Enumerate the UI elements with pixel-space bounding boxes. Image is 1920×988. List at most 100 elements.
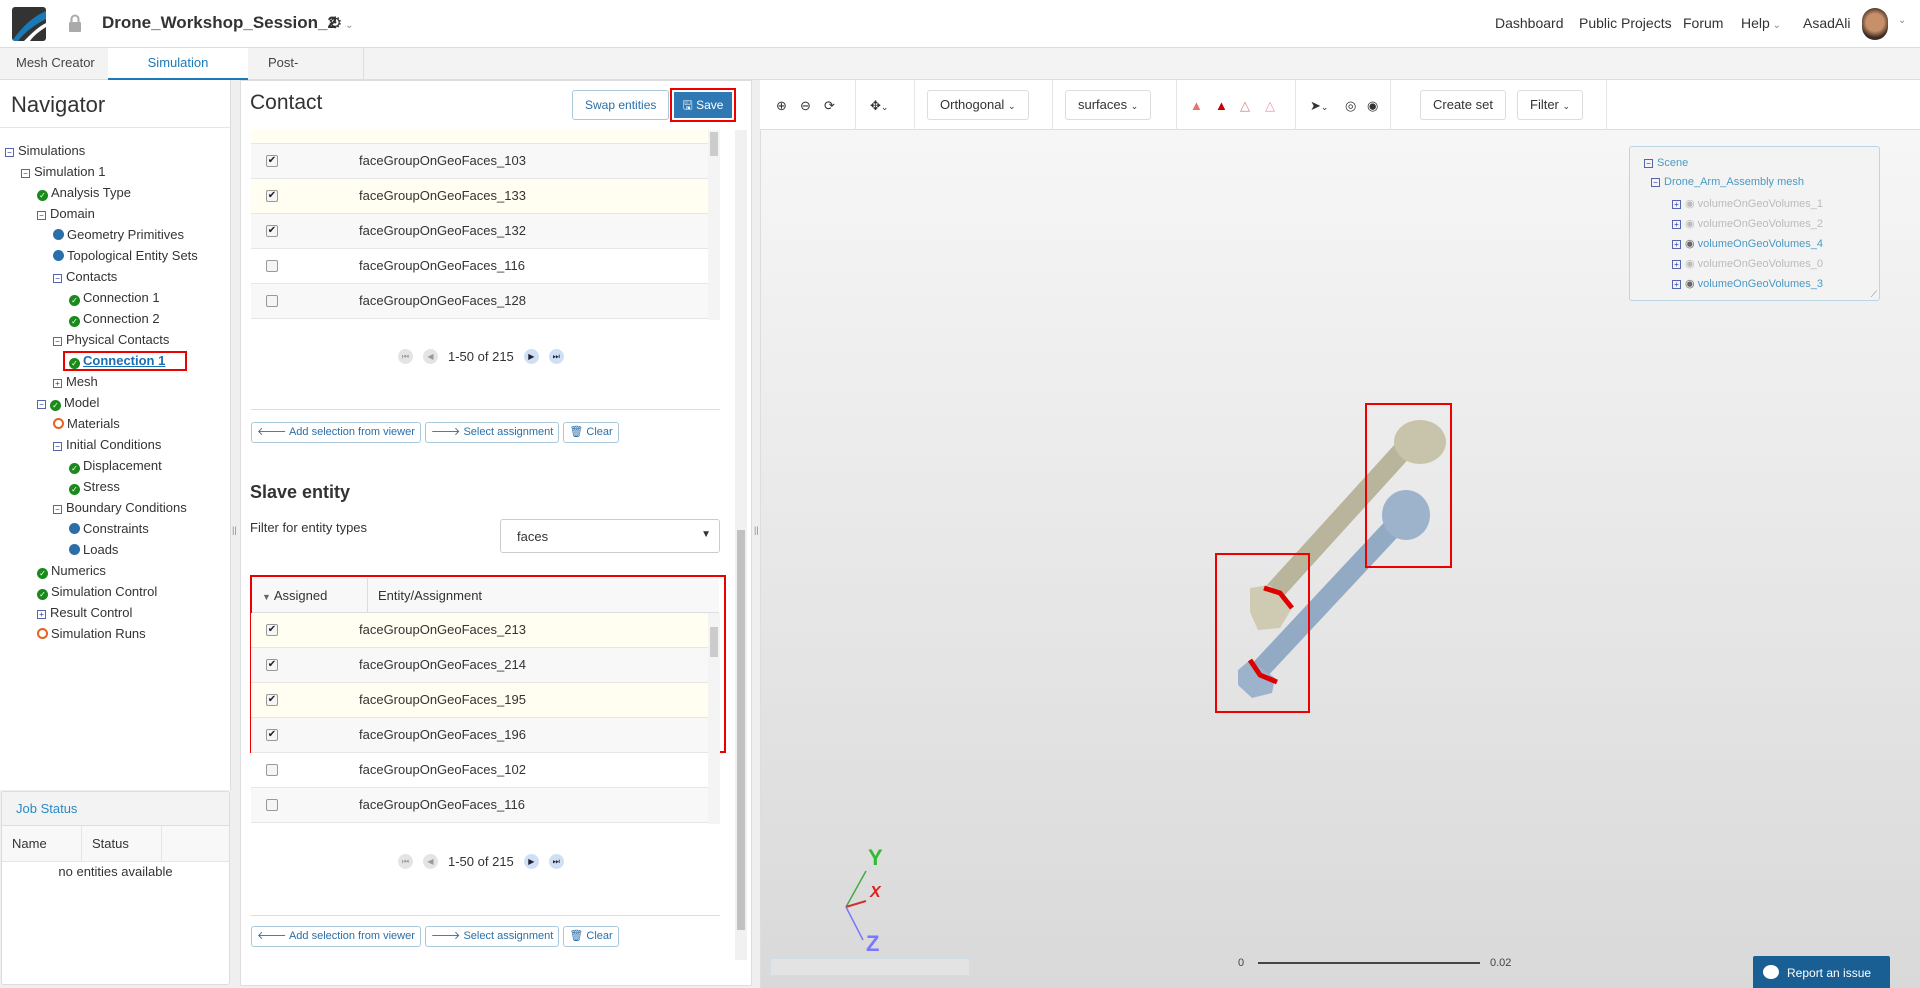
scene-volume-item[interactable]: + ◉ volumeOnGeoVolumes_0 — [1672, 257, 1823, 270]
last-page-icon[interactable]: ⏭ — [548, 854, 564, 869]
column-entity[interactable]: Entity/Assignment — [368, 578, 492, 612]
tree-item[interactable]: − Physical Contacts — [5, 329, 230, 350]
tree-item[interactable]: ✓ Displacement — [5, 455, 230, 476]
pan-move-icon[interactable]: ✥⌄ — [870, 98, 888, 114]
collapse-icon[interactable]: − — [5, 148, 14, 157]
assigned-checkbox[interactable]: ✔ — [266, 624, 278, 636]
table-row[interactable]: ✔ faceGroupOnGeoFaces_214 — [251, 648, 708, 683]
tree-item[interactable]: Constraints — [5, 518, 230, 539]
tree-item[interactable]: ✓ Connection 2 — [5, 308, 230, 329]
swap-entities-button[interactable]: Swap entities — [572, 90, 670, 120]
tree-item[interactable]: Topological Entity Sets — [5, 245, 230, 266]
table-row[interactable]: ✔ faceGroupOnGeoFaces_213 — [251, 613, 708, 648]
nav-forum[interactable]: Forum — [1683, 15, 1723, 31]
tree-item[interactable]: + Mesh — [5, 371, 230, 392]
tree-item[interactable]: ✓ Analysis Type — [5, 182, 230, 203]
assigned-checkbox[interactable]: ✔ — [266, 694, 278, 706]
table-row[interactable]: ✔ faceGroupOnGeoFaces_103 — [251, 144, 708, 179]
expand-icon[interactable]: + — [1672, 200, 1681, 209]
table-row[interactable]: faceGroupOnGeoFaces_116 — [251, 788, 708, 823]
tree-item[interactable]: Loads — [5, 539, 230, 560]
tree-item[interactable]: ✓ Connection 1 — [5, 350, 230, 371]
add-selection-button[interactable]: 🡐 Add selection from viewer — [251, 926, 421, 947]
zoom-out-icon[interactable]: ⊖ — [800, 98, 811, 114]
table-row[interactable]: ✔ faceGroupOnGeoFaces_133 — [251, 179, 708, 214]
visibility-eye-icon[interactable]: ◉ — [1685, 238, 1695, 250]
collapse-icon[interactable]: − — [53, 337, 62, 346]
settings-gear-icon[interactable]: ⚙ ⌄ — [328, 13, 354, 33]
splitter-handle[interactable]: || — [232, 525, 237, 535]
points-icon[interactable]: △ — [1265, 98, 1275, 114]
assigned-checkbox[interactable] — [266, 260, 278, 272]
tree-item[interactable]: − Domain — [5, 203, 230, 224]
last-page-icon[interactable]: ⏭ — [548, 349, 564, 364]
add-selection-button[interactable]: 🡐 Add selection from viewer — [251, 422, 421, 443]
expand-icon[interactable]: + — [37, 610, 46, 619]
expand-icon[interactable]: + — [1672, 240, 1681, 249]
collapse-icon[interactable]: − — [37, 400, 46, 409]
scene-volume-item[interactable]: + ◉ volumeOnGeoVolumes_3 — [1672, 277, 1823, 290]
create-set-button[interactable]: Create set — [1420, 90, 1506, 120]
surface-mode-icon[interactable]: ▲ — [1190, 98, 1203, 113]
projection-dropdown[interactable]: Orthogonal ⌄ — [927, 90, 1029, 120]
visibility-eye-icon[interactable]: ◉ — [1685, 258, 1695, 270]
scene-volume-item[interactable]: + ◉ volumeOnGeoVolumes_1 — [1672, 197, 1823, 210]
filter-dropdown[interactable]: Filter ⌄ — [1517, 90, 1584, 120]
user-name[interactable]: AsadAli — [1803, 15, 1850, 31]
tree-item[interactable]: − Boundary Conditions — [5, 497, 230, 518]
select-assignment-button[interactable]: 🡒 Select assignment — [424, 422, 560, 443]
tab-mesh-creator[interactable]: Mesh Creator — [4, 48, 107, 80]
tree-item[interactable]: Simulation Runs — [5, 623, 230, 644]
table-row[interactable]: ✔ faceGroupOnGeoFaces_196 — [251, 718, 708, 753]
viewer-note-input[interactable] — [770, 958, 970, 976]
resize-handle[interactable]: ⟋ — [1871, 289, 1877, 300]
panel-scrollbar[interactable] — [735, 130, 747, 960]
assigned-checkbox[interactable] — [266, 799, 278, 811]
first-page-icon[interactable]: ⏮ — [398, 854, 413, 869]
zoom-in-icon[interactable]: ⊕ — [776, 98, 787, 114]
tab-simulation-designer[interactable]: Simulation Designer — [108, 48, 248, 100]
mesh-node[interactable]: − Drone_Arm_Assembly mesh — [1651, 176, 1804, 188]
collapse-icon[interactable]: − — [53, 274, 62, 283]
avatar[interactable] — [1862, 8, 1888, 40]
clear-button[interactable]: 🗑 Clear — [563, 926, 619, 947]
assigned-checkbox[interactable]: ✔ — [266, 659, 278, 671]
tree-item[interactable]: Geometry Primitives — [5, 224, 230, 245]
table-row[interactable]: faceGroupOnGeoFaces_102 — [251, 753, 708, 788]
prev-page-icon[interactable]: ◀ — [423, 349, 438, 364]
assigned-checkbox[interactable]: ✔ — [266, 155, 278, 167]
show-icon[interactable]: ◉ — [1367, 98, 1378, 114]
scene-volume-item[interactable]: + ◉ volumeOnGeoVolumes_2 — [1672, 217, 1823, 230]
tree-item[interactable]: − Simulation 1 — [5, 161, 230, 182]
report-issue-button[interactable]: Report an issue — [1753, 956, 1890, 988]
visibility-eye-icon[interactable]: ◉ — [1685, 218, 1695, 230]
splitter-handle[interactable]: || — [754, 525, 759, 535]
user-menu-chevron-icon[interactable]: ⌄ — [1898, 15, 1906, 26]
tree-item[interactable]: ✓ Simulation Control — [5, 581, 230, 602]
nav-public-projects[interactable]: Public Projects — [1579, 15, 1672, 31]
table-row[interactable]: ✔ faceGroupOnGeoFaces_132 — [251, 214, 708, 249]
tab-post-processor[interactable]: Post-Processor — [256, 48, 364, 100]
wireframe-icon[interactable]: △ — [1240, 98, 1250, 114]
save-button[interactable]: 🖫 Save — [670, 88, 736, 122]
model-render[interactable] — [1180, 380, 1480, 720]
render-mode-dropdown[interactable]: surfaces ⌄ — [1065, 90, 1152, 120]
assigned-checkbox[interactable]: ✔ — [266, 190, 278, 202]
tree-item[interactable]: ✓ Stress — [5, 476, 230, 497]
table-row[interactable]: ✔ faceGroupOnGeoFaces_195 — [251, 683, 708, 718]
assigned-checkbox[interactable]: ✔ — [266, 225, 278, 237]
nav-help[interactable]: Help ⌄ — [1741, 15, 1781, 31]
visibility-eye-icon[interactable]: ◉ — [1685, 198, 1695, 210]
hide-icon[interactable]: ◎ — [1345, 98, 1356, 114]
entity-type-select[interactable]: faces ▼ — [500, 519, 720, 553]
surface-edges-icon[interactable]: ▲ — [1215, 98, 1228, 113]
master-scrollbar[interactable] — [708, 130, 720, 320]
column-name[interactable]: Name — [2, 826, 82, 861]
expand-icon[interactable]: + — [1672, 220, 1681, 229]
assigned-checkbox[interactable] — [266, 764, 278, 776]
tree-item[interactable]: − ✓ Model — [5, 392, 230, 413]
column-status[interactable]: Status — [82, 826, 162, 861]
visibility-eye-icon[interactable]: ◉ — [1685, 278, 1695, 290]
tree-item[interactable]: ✓ Connection 1 — [5, 287, 230, 308]
next-page-icon[interactable]: ▶ — [523, 349, 539, 364]
